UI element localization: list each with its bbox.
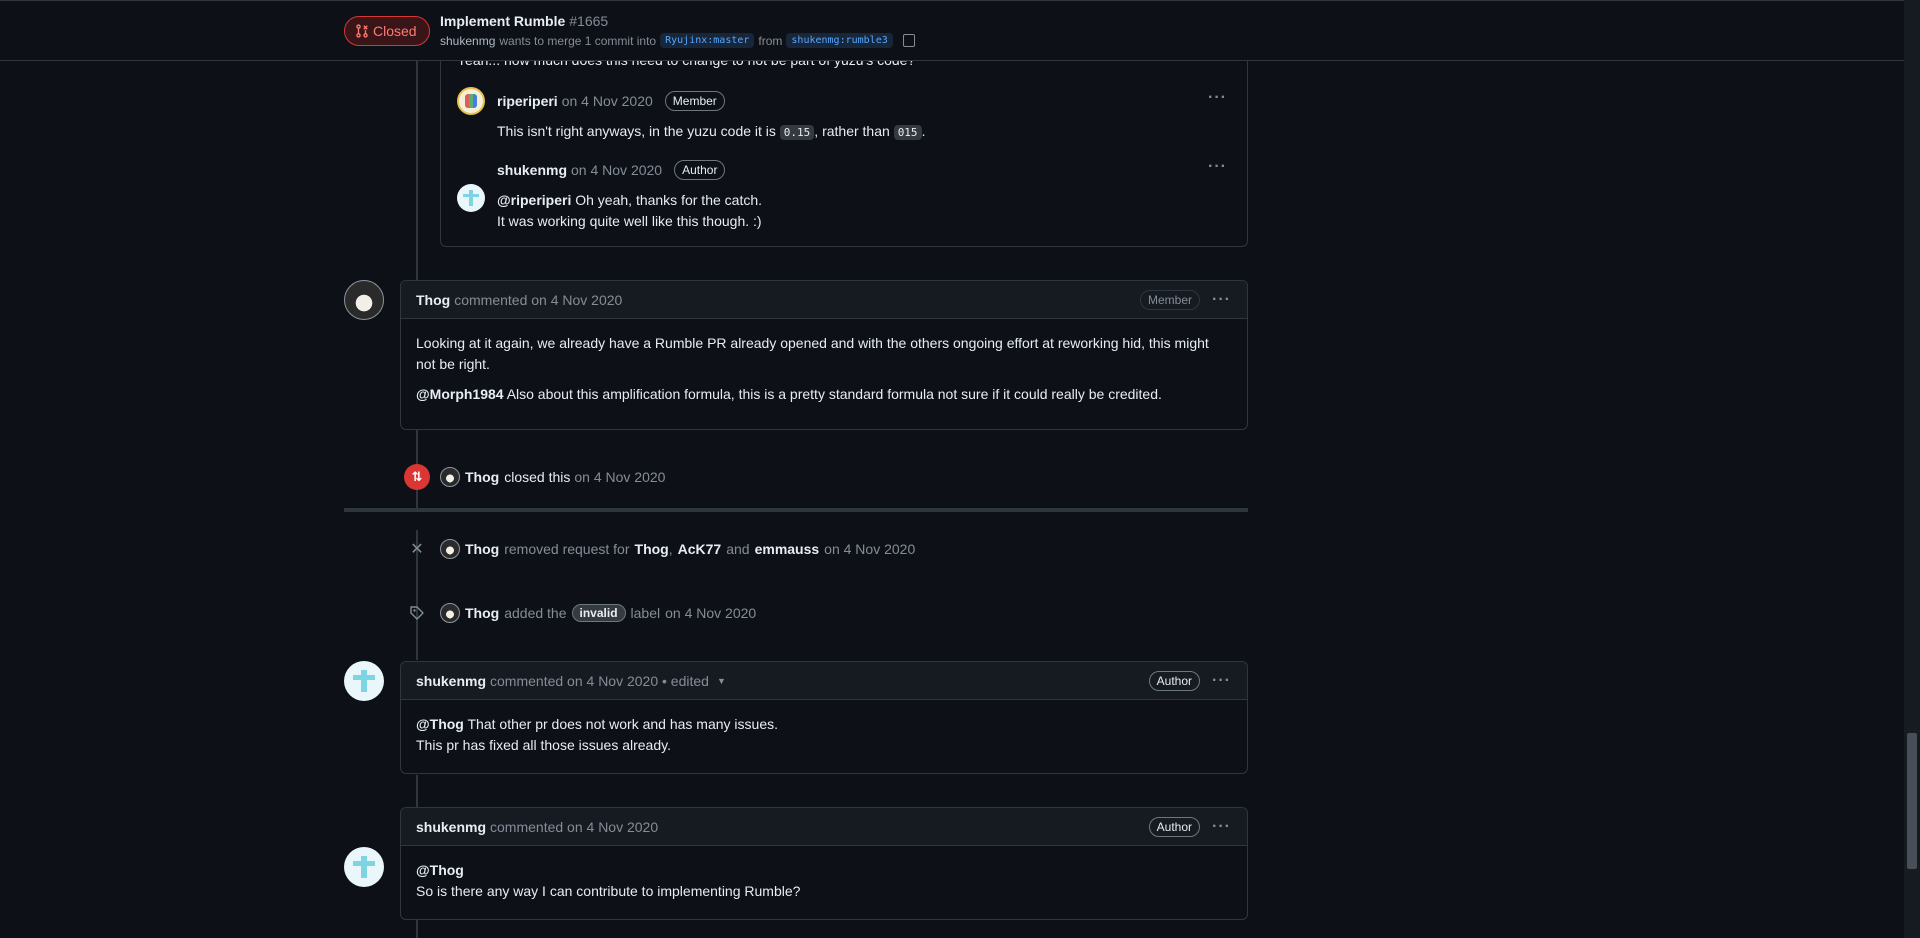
comment-date[interactable]: on 4 Nov 2020 <box>571 162 662 178</box>
avatar[interactable] <box>344 661 384 701</box>
comment-text: This isn't right anyways, in the yuzu co… <box>497 123 776 139</box>
label-invalid[interactable]: invalid <box>571 604 626 622</box>
comment-text: So is there any way I can contribute to … <box>416 883 801 899</box>
avatar[interactable] <box>457 184 485 212</box>
role-badge: Author <box>1148 670 1201 691</box>
kebab-horizontal-icon[interactable]: ··· <box>1212 291 1231 308</box>
timeline-divider <box>344 508 1248 512</box>
event-action: removed request for <box>504 541 630 557</box>
comment-author[interactable]: riperiperi <box>497 93 558 109</box>
timeline-line <box>416 775 418 807</box>
reviewer-name[interactable]: emmauss <box>755 541 820 557</box>
user-mention[interactable]: @Thog <box>416 716 464 732</box>
separator: , <box>668 541 673 557</box>
comment-text: Looking at it again, we already have a R… <box>416 335 1209 372</box>
comment-author[interactable]: shukenmg <box>416 673 486 689</box>
comment-meta[interactable]: commented on 4 Nov 2020 <box>490 819 658 835</box>
timeline-event-closed: Thog closed this on 4 Nov 2020 <box>440 467 665 487</box>
timeline-event-label: Thog added the invalid label on 4 Nov 20… <box>440 603 756 623</box>
event-date[interactable]: on 4 Nov 2020 <box>824 541 915 557</box>
timeline-comment: Thog commented on 4 Nov 2020 Member ··· … <box>400 280 1248 430</box>
comment-author[interactable]: Thog <box>416 292 450 308</box>
avatar[interactable] <box>440 539 460 559</box>
pr-title[interactable]: Implement Rumble #1665 <box>440 13 608 29</box>
state-label: Closed <box>373 23 417 39</box>
avatar[interactable] <box>440 603 460 623</box>
review-comment: shukenmg on 4 Nov 2020 Author @riperiper… <box>497 160 762 232</box>
avatar[interactable] <box>440 467 460 487</box>
kebab-horizontal-icon[interactable]: ··· <box>1208 159 1227 175</box>
from-text: from <box>758 33 783 48</box>
triangle-down-icon[interactable]: ▼ <box>717 676 726 686</box>
user-mention[interactable]: @Morph1984 <box>416 386 504 402</box>
comment-text: , rather than <box>814 123 890 139</box>
role-badge: Author <box>674 160 726 180</box>
timeline-event-review-removed: Thog removed request for Thog, AcK77 and… <box>440 539 915 559</box>
copy-icon[interactable] <box>902 34 915 47</box>
comment-text: Oh yeah, thanks for the catch. <box>575 192 763 208</box>
kebab-horizontal-icon[interactable]: ··· <box>1208 90 1227 106</box>
kebab-horizontal-icon[interactable]: ··· <box>1212 818 1231 835</box>
role-badge: Member <box>1140 289 1201 310</box>
head-branch[interactable]: shukenmg:rumble3 <box>786 33 893 48</box>
event-action: added the <box>504 605 567 621</box>
comment-text: . <box>921 123 926 139</box>
user-mention[interactable]: @Thog <box>416 860 1232 881</box>
inline-code: 0.15 <box>779 125 815 140</box>
review-thread: Yeah... how much does this need to chang… <box>440 40 1248 247</box>
merge-text: wants to merge 1 commit into <box>499 33 657 48</box>
avatar[interactable] <box>344 280 384 320</box>
tag-icon <box>404 604 430 622</box>
reviewer-name[interactable]: Thog <box>635 541 669 557</box>
x-icon: ✕ <box>410 541 424 558</box>
comment-author[interactable]: shukenmg <box>497 162 567 178</box>
event-date[interactable]: on 4 Nov 2020 <box>665 605 756 621</box>
comment-text: That other pr does not work and has many… <box>467 716 779 732</box>
comment-text: Also about this amplification formula, t… <box>506 386 1162 402</box>
pr-author[interactable]: shukenmg <box>440 34 495 48</box>
event-actor[interactable]: Thog <box>465 541 499 557</box>
timeline-line <box>416 61 418 281</box>
pr-title-text[interactable]: Implement Rumble <box>440 13 565 29</box>
timeline-comment: shukenmg commented on 4 Nov 2020 Author … <box>400 807 1248 920</box>
comment-meta[interactable]: commented on 4 Nov 2020 • edited <box>490 673 709 689</box>
timeline-line <box>416 920 418 938</box>
comment-text: This pr has fixed all those issues alrea… <box>416 737 671 753</box>
state-badge: Closed <box>344 16 430 46</box>
reviewer-name[interactable]: AcK77 <box>678 541 722 557</box>
event-suffix: label <box>630 605 661 621</box>
sticky-pr-header: Closed Implement Rumble #1665 shukenmg wa… <box>0 0 1904 61</box>
event-action: closed this <box>504 469 571 485</box>
comment-meta[interactable]: commented on 4 Nov 2020 <box>454 292 622 308</box>
base-branch[interactable]: Ryujinx:master <box>660 33 755 48</box>
conjunction: and <box>726 541 750 557</box>
pr-number[interactable]: #1665 <box>569 13 608 29</box>
comment-author[interactable]: shukenmg <box>416 819 486 835</box>
role-badge: Member <box>664 91 725 111</box>
scrollbar[interactable] <box>1904 0 1920 938</box>
git-pull-request-closed-icon <box>356 24 368 38</box>
review-comment: riperiperi on 4 Nov 2020 Member This isn… <box>497 91 925 143</box>
role-badge: Author <box>1148 816 1201 837</box>
pr-merge-info: shukenmg wants to merge 1 commit into Ry… <box>440 33 915 48</box>
event-actor[interactable]: Thog <box>465 469 499 485</box>
user-mention[interactable]: @riperiperi <box>497 192 571 208</box>
timeline-comment: shukenmg commented on 4 Nov 2020 • edite… <box>400 661 1248 774</box>
comment-date[interactable]: on 4 Nov 2020 <box>562 93 653 109</box>
kebab-horizontal-icon[interactable]: ··· <box>1212 672 1231 689</box>
event-date[interactable]: on 4 Nov 2020 <box>574 469 665 485</box>
comment-text: It was working quite well like this thou… <box>497 213 762 229</box>
scrollbar-thumb[interactable] <box>1907 733 1917 869</box>
inline-code: 015 <box>893 125 922 140</box>
avatar[interactable] <box>457 87 485 115</box>
git-pull-request-closed-icon: ⇅ <box>404 464 430 490</box>
event-actor[interactable]: Thog <box>465 605 499 621</box>
avatar[interactable] <box>344 847 384 887</box>
